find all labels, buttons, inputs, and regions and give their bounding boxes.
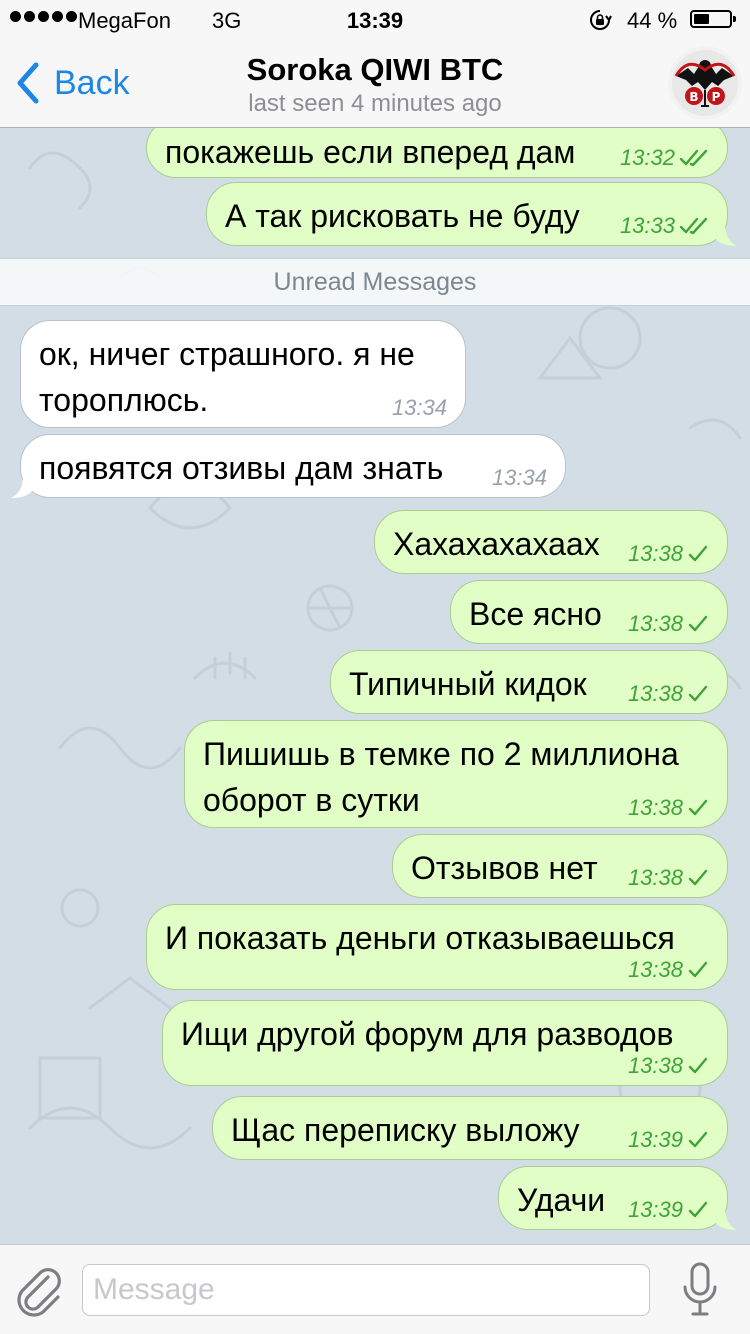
bubble-tail — [11, 476, 33, 498]
chat-header: Back Soroka QIWI BTC last seen 4 minutes… — [0, 40, 750, 128]
single-check-icon — [688, 1201, 708, 1218]
message-meta: 13:38 — [628, 681, 709, 707]
message-text: покажешь если вперед дам — [165, 134, 576, 170]
message-time: 13:34 — [391, 395, 447, 420]
message-meta: 13:38 — [628, 611, 709, 637]
message-meta: 13:39 — [628, 1127, 709, 1153]
microphone-icon[interactable] — [680, 1261, 720, 1319]
message-text: А так рисковать не буду — [225, 198, 580, 234]
message-time: 13:38 — [627, 795, 683, 820]
message-text: И показать деньги отказываешься — [165, 920, 675, 956]
bubble-tail — [715, 224, 737, 246]
message-time: 13:38 — [627, 1053, 683, 1078]
message-text: Хахахахахаах — [393, 526, 600, 562]
message-time: 13:33 — [619, 213, 675, 238]
network-type: 3G — [212, 8, 242, 33]
outgoing-message[interactable]: Щас переписку выложу 13:39 — [212, 1096, 728, 1160]
message-meta: 13:33 — [620, 213, 709, 239]
outgoing-message[interactable]: А так рисковать не буду 13:33 — [206, 182, 737, 246]
single-check-icon — [688, 869, 708, 886]
outgoing-message[interactable]: Хахахахахаах 13:38 — [374, 510, 728, 574]
chat-title[interactable]: Soroka QIWI BTC — [0, 52, 750, 88]
battery-percent: 44 % — [627, 8, 678, 33]
outgoing-message[interactable]: покажешь если вперед дам 13:32 — [146, 128, 728, 178]
single-check-icon — [688, 1131, 708, 1148]
incoming-message[interactable]: появятся отзивы дам знать 13:34 — [11, 434, 566, 498]
message-meta: 13:34 — [492, 465, 547, 491]
message-meta: 13:38 — [628, 865, 709, 891]
unread-messages-divider: Unread Messages — [0, 258, 750, 306]
single-check-icon — [688, 961, 708, 978]
outgoing-message[interactable]: И показать деньги отказываешься 13:38 — [146, 904, 728, 990]
message-meta: 13:38 — [628, 957, 709, 983]
message-text: Щас переписку выложу — [231, 1112, 580, 1148]
message-text: Удачи — [517, 1182, 606, 1218]
message-meta: 13:38 — [628, 541, 709, 567]
last-seen-status: last seen 4 minutes ago — [248, 90, 502, 117]
status-bar: MegaFon 3G 13:39 44 % — [0, 0, 750, 40]
double-check-icon — [679, 217, 708, 235]
outgoing-message[interactable]: Типичный кидок 13:38 — [330, 650, 728, 714]
battery-fill — [694, 14, 709, 24]
outgoing-message[interactable]: Удачи 13:39 — [498, 1166, 737, 1230]
message-input[interactable] — [82, 1264, 650, 1316]
message-time: 13:38 — [627, 865, 683, 890]
outgoing-message[interactable]: Все ясно 13:38 — [450, 580, 728, 644]
message-time: 13:38 — [627, 611, 683, 636]
bubble-tail — [715, 1208, 737, 1230]
message-text: появятся отзивы дам знать — [39, 450, 444, 486]
outgoing-message[interactable]: Ищи другой форум для разводов 13:38 — [162, 1000, 728, 1086]
message-time: 13:38 — [627, 957, 683, 982]
message-text: Все ясно — [469, 596, 602, 632]
single-check-icon — [688, 1057, 708, 1074]
crow-logo-icon: B P — [668, 46, 742, 120]
battery-icon — [690, 10, 736, 28]
message-time: 13:34 — [491, 465, 547, 490]
rotation-lock-icon — [590, 10, 612, 30]
message-time: 13:38 — [627, 681, 683, 706]
double-check-icon — [679, 149, 708, 167]
message-text: Ищи другой форум для разводов — [181, 1016, 674, 1052]
message-meta: 13:38 — [628, 1053, 709, 1079]
signal-strength-icon — [10, 11, 77, 22]
incoming-message[interactable]: ок, ничег страшного. я не тороплюсь. 13:3… — [20, 320, 466, 428]
composer-bar — [0, 1244, 750, 1334]
svg-text:B: B — [689, 90, 698, 104]
single-check-icon — [688, 545, 708, 562]
outgoing-message[interactable]: Отзывов нет 13:38 — [392, 834, 728, 898]
outgoing-message[interactable]: Пишишь в темке по 2 миллиона оборот в су… — [184, 720, 728, 828]
message-text: Пишишь в темке по 2 миллиона оборот в су… — [203, 736, 679, 818]
message-text: Типичный кидок — [349, 666, 587, 702]
paperclip-icon[interactable] — [14, 1263, 64, 1317]
message-meta: 13:38 — [628, 795, 709, 821]
message-time: 13:39 — [627, 1197, 683, 1222]
message-meta: 13:39 — [628, 1197, 709, 1223]
single-check-icon — [688, 799, 708, 816]
message-list[interactable]: Unread Messages покажешь если вперед дам… — [0, 128, 750, 1244]
message-meta: 13:34 — [392, 395, 447, 421]
carrier-name: MegaFon — [78, 8, 171, 33]
message-text: ок, ничег страшного. я не тороплюсь. — [39, 336, 415, 418]
contact-avatar[interactable]: B P — [668, 46, 742, 120]
single-check-icon — [688, 685, 708, 702]
message-meta: 13:32 — [620, 145, 709, 171]
message-time: 13:38 — [627, 541, 683, 566]
single-check-icon — [688, 615, 708, 632]
message-text: Отзывов нет — [411, 850, 598, 886]
message-time: 13:32 — [619, 145, 675, 170]
svg-text:P: P — [712, 90, 721, 104]
message-time: 13:39 — [627, 1127, 683, 1152]
